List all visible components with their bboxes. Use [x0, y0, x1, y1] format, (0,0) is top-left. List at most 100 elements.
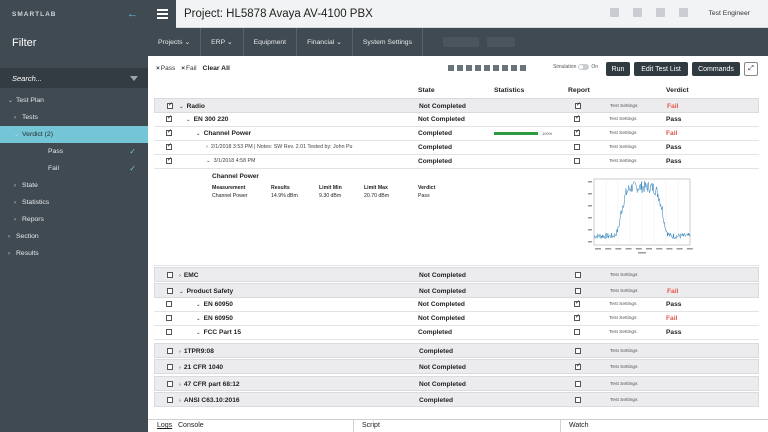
user-icon[interactable] — [679, 8, 688, 17]
row-name[interactable]: › 21 CFR 1040 — [179, 364, 223, 371]
table-row[interactable]: ›2/1/2018 3:53 PM | Notes: SW Rev. 2.01 … — [154, 141, 759, 155]
report-checkbox[interactable] — [574, 128, 580, 136]
table-row[interactable]: ⌄EN 60950 Not Completed Test Settings Pass — [154, 298, 759, 312]
chevron-down-icon[interactable]: ⌄ — [179, 289, 184, 295]
chevron-right-icon[interactable]: › — [206, 144, 208, 150]
user-name[interactable]: Test Engineer — [708, 10, 750, 17]
test-settings-link[interactable]: Test Settings — [610, 382, 637, 387]
chevron-right-icon[interactable]: › — [179, 382, 181, 388]
chevron-right-icon[interactable]: › — [179, 273, 181, 279]
row-name[interactable]: ⌄ EN 300 220 — [186, 116, 228, 123]
report-checkbox[interactable] — [575, 101, 581, 109]
chevron-down-icon[interactable]: ⌄ — [196, 302, 201, 308]
row-checkbox[interactable] — [166, 156, 172, 164]
report-checkbox[interactable] — [575, 288, 581, 294]
report-checkbox[interactable] — [574, 329, 580, 335]
table-row[interactable]: › 47 CFR part 68:12 Not Completed Test Sett… — [154, 376, 759, 391]
sidebar-item-repors[interactable]: › Repors — [0, 211, 148, 228]
alert-icon[interactable] — [633, 8, 642, 17]
notification-icon[interactable] — [656, 8, 665, 17]
chevron-down-icon[interactable]: ⌄ — [179, 104, 184, 110]
row-name[interactable]: ⌄ 3/1/2018 4:58 PM — [206, 158, 255, 164]
report-checkbox[interactable] — [574, 144, 580, 150]
menu-item-system-settings[interactable]: System Settings — [353, 28, 423, 56]
row-checkbox[interactable] — [166, 114, 172, 122]
table-row[interactable]: › EMC Not Completed Test Settings — [154, 267, 759, 282]
row-checkbox[interactable] — [166, 301, 172, 307]
delete-icon[interactable] — [511, 65, 517, 71]
row-checkbox[interactable] — [167, 101, 173, 109]
filter-chip-fail[interactable]: ×Fail — [181, 65, 196, 72]
move-down-icon[interactable] — [475, 65, 481, 71]
row-checkbox[interactable] — [167, 381, 173, 387]
hamburger-menu-icon[interactable] — [148, 0, 176, 28]
sidebar-item-results[interactable]: › Results — [0, 245, 148, 262]
row-checkbox[interactable] — [167, 397, 173, 403]
sidebar-item-pass[interactable]: Pass ✓ — [0, 143, 148, 160]
table-row[interactable]: › ANSI C63.10:2016 Completed Test Settings — [154, 392, 759, 407]
report-checkbox[interactable] — [575, 362, 581, 370]
test-settings-link[interactable]: Test Settings — [609, 131, 636, 136]
test-settings-link[interactable]: Test Settings — [610, 365, 637, 370]
tab-logs[interactable]: Logs — [157, 422, 172, 429]
table-row[interactable]: ⌄ Product Safety Not Completed Test Setting… — [154, 283, 759, 298]
row-checkbox[interactable] — [166, 128, 172, 136]
collapse-all-icon[interactable] — [457, 65, 463, 71]
chevron-down-icon[interactable]: ⌄ — [196, 131, 201, 137]
row-name[interactable]: ⌄ Channel Power — [196, 130, 251, 137]
chevron-down-icon[interactable]: ⌄ — [186, 117, 191, 123]
table-row[interactable]: ⌄EN 300 220 Not Completed Test Settings Pas… — [154, 113, 759, 127]
row-checkbox[interactable] — [166, 142, 172, 150]
row-name[interactable]: › 2/1/2018 3:53 PM | Notes: SW Rev. 2.01 … — [206, 144, 352, 150]
simulation-toggle[interactable] — [578, 64, 590, 70]
table-row[interactable]: › 1TPR9:08 Completed Test Settings — [154, 343, 759, 358]
report-checkbox[interactable] — [574, 114, 580, 122]
chevron-right-icon[interactable]: › — [179, 349, 181, 355]
test-settings-link[interactable]: Test Settings — [609, 330, 636, 335]
test-settings-link[interactable]: Test Settings — [610, 398, 637, 403]
sidebar-item-state[interactable]: › State — [0, 177, 148, 194]
sidebar-item-section[interactable]: › Section — [0, 228, 148, 245]
row-name[interactable]: › 1TPR9:08 — [179, 348, 214, 355]
report-checkbox[interactable] — [574, 299, 580, 307]
move-up-icon[interactable] — [466, 65, 472, 71]
report-checkbox[interactable] — [575, 348, 581, 354]
sidebar-item-fail[interactable]: Fail ✓ — [0, 160, 148, 177]
menu-item-financial[interactable]: Financial ⌄ — [297, 28, 353, 56]
test-settings-link[interactable]: Test Settings — [610, 273, 637, 278]
run-button[interactable]: Run — [606, 62, 630, 76]
commands-button[interactable]: Commands — [692, 62, 740, 76]
report-checkbox[interactable] — [574, 313, 580, 321]
menu-item-erp[interactable]: ERP ⌄ — [201, 28, 244, 56]
add-icon[interactable] — [484, 65, 490, 71]
table-row[interactable]: ⌄3/1/2018 4:58 PM Completed Test Settings P… — [154, 155, 759, 169]
row-checkbox[interactable] — [167, 364, 173, 370]
settings-icon[interactable] — [520, 65, 526, 71]
tab-script[interactable]: Script — [362, 422, 380, 429]
report-checkbox[interactable] — [574, 158, 580, 164]
row-name[interactable]: › ANSI C63.10:2016 — [179, 397, 240, 404]
row-checkbox[interactable] — [166, 329, 172, 335]
table-row[interactable]: ⌄Channel Power Completed 100% Test Settings… — [154, 127, 759, 141]
table-row[interactable]: ⌄EN 60950 Not Completed Test Settings Fail — [154, 312, 759, 326]
chevron-down-icon[interactable]: ⌄ — [196, 316, 201, 322]
row-name[interactable]: › EMC — [179, 272, 199, 279]
collapse-arrow-icon[interactable]: ← — [127, 8, 138, 20]
expand-all-icon[interactable] — [448, 65, 454, 71]
row-checkbox[interactable] — [167, 288, 173, 294]
sidebar-item-statistics[interactable]: › Statistics — [0, 194, 148, 211]
row-name[interactable]: ⌄ EN 60950 — [196, 301, 233, 308]
filter-chip-pass[interactable]: ×Pass — [156, 65, 175, 72]
chevron-down-icon[interactable]: ⌄ — [196, 330, 201, 336]
test-settings-link[interactable]: Test Settings — [609, 302, 636, 307]
menu-item-projects[interactable]: Projects ⌄ — [148, 28, 202, 56]
search-input[interactable] — [12, 73, 112, 83]
link-icon[interactable] — [493, 65, 499, 71]
row-name[interactable]: ⌄ FCC Part 15 — [196, 329, 241, 336]
row-checkbox[interactable] — [166, 315, 172, 321]
table-row[interactable]: ›21 CFR 1040 Not Completed Test Settings — [154, 359, 759, 374]
chevron-right-icon[interactable]: › — [179, 365, 181, 371]
tab-watch[interactable]: Watch — [569, 422, 589, 429]
fullscreen-icon[interactable]: ⤢ — [744, 62, 758, 76]
tab-console[interactable]: Console — [178, 422, 204, 429]
